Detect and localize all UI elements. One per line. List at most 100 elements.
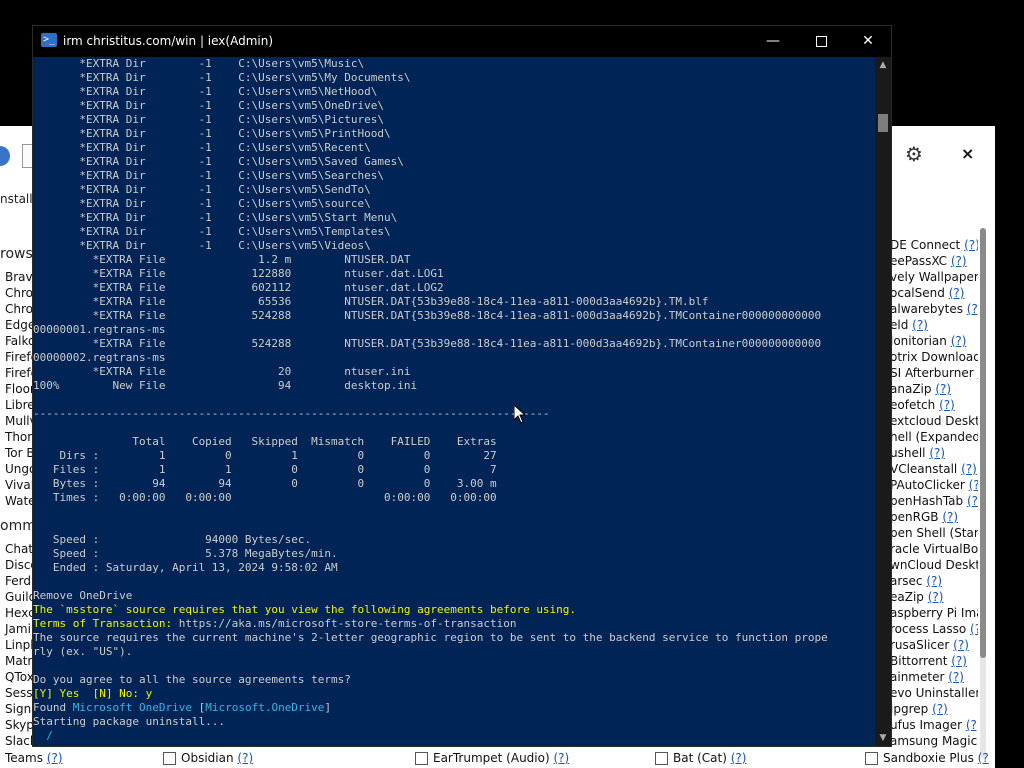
- console-line: *EXTRA Dir -1 C:\Users\vm5\Music\: [33, 57, 365, 70]
- help-link[interactable]: (?): [970, 622, 978, 636]
- help-link[interactable]: (?): [942, 510, 958, 524]
- scrollbar-thumb[interactable]: [878, 114, 888, 132]
- checkbox[interactable]: [655, 751, 668, 765]
- help-link[interactable]: (?): [953, 638, 969, 652]
- checkbox[interactable]: [415, 751, 428, 765]
- help-link[interactable]: (?): [951, 254, 967, 268]
- help-link[interactable]: (?): [47, 751, 63, 765]
- list-item[interactable]: ushell (?): [890, 446, 978, 462]
- close-button[interactable]: ✕: [845, 26, 891, 57]
- list-item[interactable]: ufus Imager (?): [890, 718, 978, 734]
- checkbox[interactable]: [163, 751, 176, 765]
- help-link[interactable]: (?): [932, 702, 948, 716]
- checkbox-item-sandboxie[interactable]: Sandboxie Plus (?: [865, 748, 989, 768]
- console-line: *EXTRA Dir -1 C:\Users\vm5\Recent\: [33, 141, 371, 154]
- list-item-label: wnCloud Deskto: [890, 558, 978, 572]
- list-item-label: ocalSend: [890, 286, 945, 300]
- list-item[interactable]: vely Wallpaper (: [890, 270, 978, 286]
- scroll-down-icon[interactable]: ▼: [875, 730, 891, 746]
- gear-icon[interactable]: ⚙: [905, 142, 923, 166]
- help-link[interactable]: (?): [912, 318, 928, 332]
- list-item[interactable]: ipgrep (?): [890, 702, 978, 718]
- list-item[interactable]: hell (Expanded C: [890, 430, 978, 446]
- help-link[interactable]: (?: [978, 751, 989, 765]
- scrollbar-thumb[interactable]: [980, 228, 986, 658]
- title-bar[interactable]: >_ irm christitus.com/win | iex(Admin) —…: [33, 26, 891, 57]
- list-item[interactable]: rocess Lasso (?): [890, 622, 978, 638]
- checkbox-item-eartrumpet[interactable]: EarTrumpet (Audio) (?): [415, 748, 569, 768]
- help-link[interactable]: (?): [948, 670, 964, 684]
- help-link[interactable]: (?): [949, 286, 965, 300]
- help-link[interactable]: (?): [939, 398, 955, 412]
- terminal-window[interactable]: >_ irm christitus.com/win | iex(Admin) —…: [33, 26, 891, 746]
- console-line: ----------------------------------------…: [33, 407, 550, 420]
- console-line: *EXTRA File 1.2 m NTUSER.DAT: [33, 253, 411, 266]
- checkbox-item-obsidian[interactable]: Obsidian (?): [163, 748, 253, 768]
- list-item[interactable]: rusaSlicer (?): [890, 638, 978, 654]
- list-item[interactable]: VCleanstall (?): [890, 462, 978, 478]
- list-item[interactable]: penHashTab (?): [890, 494, 978, 510]
- console-line-segment: https://aka.ms/microsoft-store-terms-of-…: [172, 617, 517, 630]
- list-item[interactable]: ainmeter (?): [890, 670, 978, 686]
- list-item[interactable]: racle VirtualBox: [890, 542, 978, 558]
- list-item[interactable]: lonitorian (?): [890, 334, 978, 350]
- section-title-browsers: rows: [0, 246, 33, 262]
- help-link[interactable]: (?): [967, 302, 978, 316]
- help-link[interactable]: (?): [929, 446, 945, 460]
- help-link[interactable]: (?): [966, 718, 978, 732]
- list-item[interactable]: arsec (?): [890, 574, 978, 590]
- list-item[interactable]: wnCloud Deskto: [890, 558, 978, 574]
- help-link[interactable]: (?): [935, 382, 951, 396]
- list-item[interactable]: PAutoClicker (?): [890, 478, 978, 494]
- list-item-label: racle VirtualBox: [890, 542, 978, 556]
- console-output[interactable]: *EXTRA Dir -1 C:\Users\vm5\Music\ *EXTRA…: [33, 57, 875, 746]
- list-item[interactable]: anaZip (?): [890, 382, 978, 398]
- list-item-label: Sandboxie Plus: [883, 751, 974, 765]
- help-link[interactable]: (?): [553, 751, 569, 765]
- list-item[interactable]: penRGB (?): [890, 510, 978, 526]
- help-link[interactable]: (?): [731, 751, 747, 765]
- console-line: The source requires the current machine'…: [33, 631, 828, 644]
- help-link[interactable]: (?): [951, 654, 967, 668]
- list-item[interactable]: eaZip (?): [890, 590, 978, 606]
- console-line: *EXTRA Dir -1 C:\Users\vm5\My Documents\: [33, 71, 411, 84]
- list-item-teams[interactable]: Teams (?): [5, 748, 63, 768]
- app-scrollbar[interactable]: [980, 228, 986, 758]
- list-item[interactable]: ocalSend (?): [890, 286, 978, 302]
- list-item-label: vely Wallpaper: [890, 270, 978, 284]
- maximize-button[interactable]: [798, 26, 844, 57]
- list-item[interactable]: DE Connect (?): [890, 238, 978, 254]
- checkbox-item-bat[interactable]: Bat (Cat) (?): [655, 748, 746, 768]
- section-title-communications: omm: [0, 518, 36, 534]
- list-item[interactable]: aspberry Pi Imag: [890, 606, 978, 622]
- help-link[interactable]: (?): [964, 238, 978, 252]
- list-item[interactable]: eePassXC (?): [890, 254, 978, 270]
- list-item-label: hell (Expanded C: [890, 430, 978, 444]
- checkbox[interactable]: [865, 751, 878, 765]
- help-link[interactable]: (?): [926, 574, 942, 588]
- console-line: /: [33, 729, 53, 742]
- scroll-up-icon[interactable]: ▲: [875, 57, 891, 73]
- list-item[interactable]: eld (?): [890, 318, 978, 334]
- list-item[interactable]: pen Shell (Start: [890, 526, 978, 542]
- list-item[interactable]: alwarebytes (?): [890, 302, 978, 318]
- powershell-icon: >_: [41, 33, 57, 47]
- console-line: *EXTRA File 122880 ntuser.dat.LOG1: [33, 267, 444, 280]
- list-item[interactable]: otrix Download: [890, 350, 978, 366]
- help-link[interactable]: (: [977, 366, 978, 380]
- help-link[interactable]: (?): [951, 334, 967, 348]
- list-item[interactable]: eofetch (?): [890, 398, 978, 414]
- terminal-scrollbar[interactable]: ▲ ▼: [875, 57, 891, 746]
- list-item[interactable]: SI Afterburner (: [890, 366, 978, 382]
- minimize-button[interactable]: —: [750, 26, 796, 57]
- help-link[interactable]: (?): [961, 462, 977, 476]
- help-link[interactable]: (?): [967, 494, 978, 508]
- help-link[interactable]: (?): [237, 751, 253, 765]
- help-link[interactable]: (?): [928, 590, 944, 604]
- list-item[interactable]: Bittorrent (?): [890, 654, 978, 670]
- list-item[interactable]: extcloud Deskto: [890, 414, 978, 430]
- close-icon[interactable]: ×: [961, 144, 974, 163]
- help-link[interactable]: (?): [969, 478, 978, 492]
- utilities-list: DE Connect (?)eePassXC (?)vely Wallpaper…: [890, 238, 978, 750]
- list-item[interactable]: evo Uninstaller (: [890, 686, 978, 702]
